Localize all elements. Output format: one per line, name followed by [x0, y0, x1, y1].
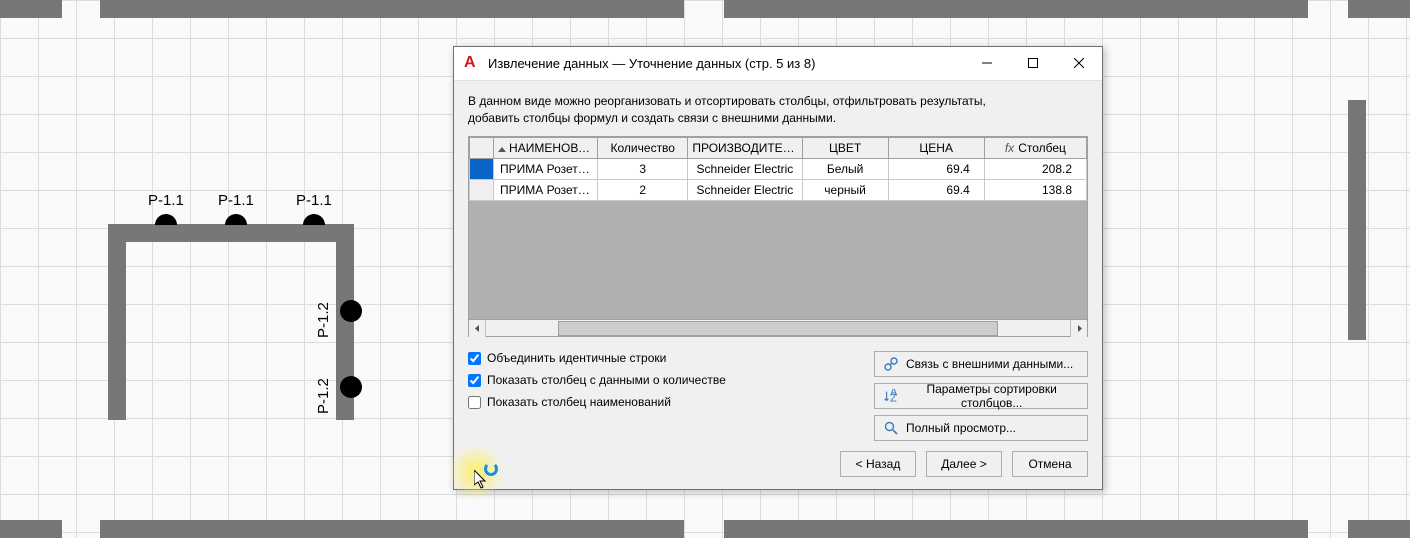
checkbox-label: Показать столбец наименований — [487, 395, 671, 409]
back-button[interactable]: < Назад — [840, 451, 916, 477]
outlet-label: P-1.2 — [315, 302, 332, 338]
minimize-button[interactable] — [964, 47, 1010, 80]
next-button[interactable]: Далее > — [926, 451, 1002, 477]
autocad-logo-icon: A — [464, 55, 480, 71]
dialog-description: В данном виде можно реорганизовать и отс… — [454, 81, 1102, 137]
sort-ascending-icon — [498, 147, 506, 152]
fx-icon: fx — [1005, 141, 1014, 155]
description-line: добавить столбцы формул и создать связи … — [468, 111, 836, 125]
titlebar[interactable]: A Извлечение данных — Уточнение данных (… — [454, 47, 1102, 81]
sort-icon: AZ — [883, 388, 897, 404]
wall-segment — [724, 520, 1308, 538]
cell-price[interactable]: 69.4 — [888, 159, 984, 180]
wall-segment — [108, 224, 354, 242]
close-button[interactable] — [1056, 47, 1102, 80]
outlet-label: P-1.1 — [296, 192, 332, 209]
table-row[interactable]: ПРИМА Розетк... 2 Schneider Electric чер… — [470, 180, 1087, 201]
wall-segment — [100, 0, 684, 18]
cell-qty[interactable]: 2 — [598, 180, 688, 201]
column-header-qty[interactable]: Количество — [598, 138, 688, 159]
horizontal-scrollbar[interactable] — [469, 319, 1087, 336]
wall-segment — [100, 520, 684, 538]
cell-price[interactable]: 69.4 — [888, 180, 984, 201]
cell-mfr[interactable]: Schneider Electric — [688, 180, 802, 201]
outlet-label: P-1.1 — [148, 192, 184, 209]
cell-color[interactable]: Белый — [802, 159, 888, 180]
outlet-label: P-1.2 — [315, 378, 332, 414]
column-header-color[interactable]: ЦВЕТ — [802, 138, 888, 159]
cell-mfr[interactable]: Schneider Electric — [688, 159, 802, 180]
dialog-footer: < Назад Далее > Отмена — [454, 441, 1102, 489]
wall-segment — [108, 224, 126, 420]
column-header-price[interactable]: ЦЕНА — [888, 138, 984, 159]
checkbox-input[interactable] — [468, 374, 481, 387]
wall-segment — [1348, 520, 1410, 538]
cell-name[interactable]: ПРИМА Розетк... — [494, 180, 598, 201]
scroll-track[interactable] — [486, 320, 1070, 337]
search-icon — [883, 420, 899, 436]
outlet-icon — [340, 300, 362, 322]
column-header-mfr[interactable]: ПРОИЗВОДИТЕЛЬ — [688, 138, 802, 159]
wall-segment — [0, 520, 62, 538]
description-line: В данном виде можно реорганизовать и отс… — [468, 94, 986, 108]
sort-options-button[interactable]: AZ Параметры сортировки столбцов... — [874, 383, 1088, 409]
table-row[interactable]: ПРИМА Розетк... 3 Schneider Electric Бел… — [470, 159, 1087, 180]
full-preview-button[interactable]: Полный просмотр... — [874, 415, 1088, 441]
wall-segment — [1348, 0, 1410, 18]
column-header-formula[interactable]: fxСтолбец — [984, 138, 1086, 159]
cell-qty[interactable]: 3 — [598, 159, 688, 180]
column-header-name[interactable]: НАИМЕНОВАНИЕ — [494, 138, 598, 159]
outlet-icon — [340, 376, 362, 398]
checkbox-label: Показать столбец с данными о количестве — [487, 373, 726, 387]
button-label: Параметры сортировки столбцов... — [904, 382, 1079, 410]
checkbox-input[interactable] — [468, 352, 481, 365]
outlet-icon — [225, 214, 247, 225]
wall-segment — [1348, 100, 1366, 340]
wall-segment — [724, 0, 1308, 18]
row-header[interactable] — [470, 180, 494, 201]
wall-segment — [0, 0, 62, 18]
data-extraction-dialog: A Извлечение данных — Уточнение данных (… — [453, 46, 1103, 490]
scroll-left-button[interactable] — [469, 320, 486, 337]
outlet-icon — [155, 214, 177, 225]
scroll-right-button[interactable] — [1070, 320, 1087, 337]
cell-calc[interactable]: 138.8 — [984, 180, 1086, 201]
grid-empty-area — [469, 201, 1087, 319]
dialog-title: Извлечение данных — Уточнение данных (ст… — [488, 56, 964, 71]
checkbox-show-qty[interactable]: Показать столбец с данными о количестве — [468, 373, 854, 387]
outlet-label: P-1.1 — [218, 192, 254, 209]
row-header[interactable] — [470, 159, 494, 180]
cancel-button[interactable]: Отмена — [1012, 451, 1088, 477]
cell-calc[interactable]: 208.2 — [984, 159, 1086, 180]
link-icon — [883, 356, 899, 372]
checkbox-merge-rows[interactable]: Объединить идентичные строки — [468, 351, 854, 365]
cell-name[interactable]: ПРИМА Розетк... — [494, 159, 598, 180]
checkbox-input[interactable] — [468, 396, 481, 409]
row-header-corner[interactable] — [470, 138, 494, 159]
data-grid[interactable]: НАИМЕНОВАНИЕ Количество ПРОИЗВОДИТЕЛЬ ЦВ… — [468, 136, 1088, 337]
button-label: Полный просмотр... — [906, 421, 1016, 435]
cell-color[interactable]: черный — [802, 180, 888, 201]
button-label: Связь с внешними данными... — [906, 357, 1073, 371]
scroll-thumb[interactable] — [558, 321, 998, 336]
outlet-icon — [303, 214, 325, 225]
checkbox-label: Объединить идентичные строки — [487, 351, 666, 365]
checkbox-show-names[interactable]: Показать столбец наименований — [468, 395, 854, 409]
svg-text:Z: Z — [890, 392, 897, 403]
maximize-button[interactable] — [1010, 47, 1056, 80]
link-external-data-button[interactable]: Связь с внешними данными... — [874, 351, 1088, 377]
